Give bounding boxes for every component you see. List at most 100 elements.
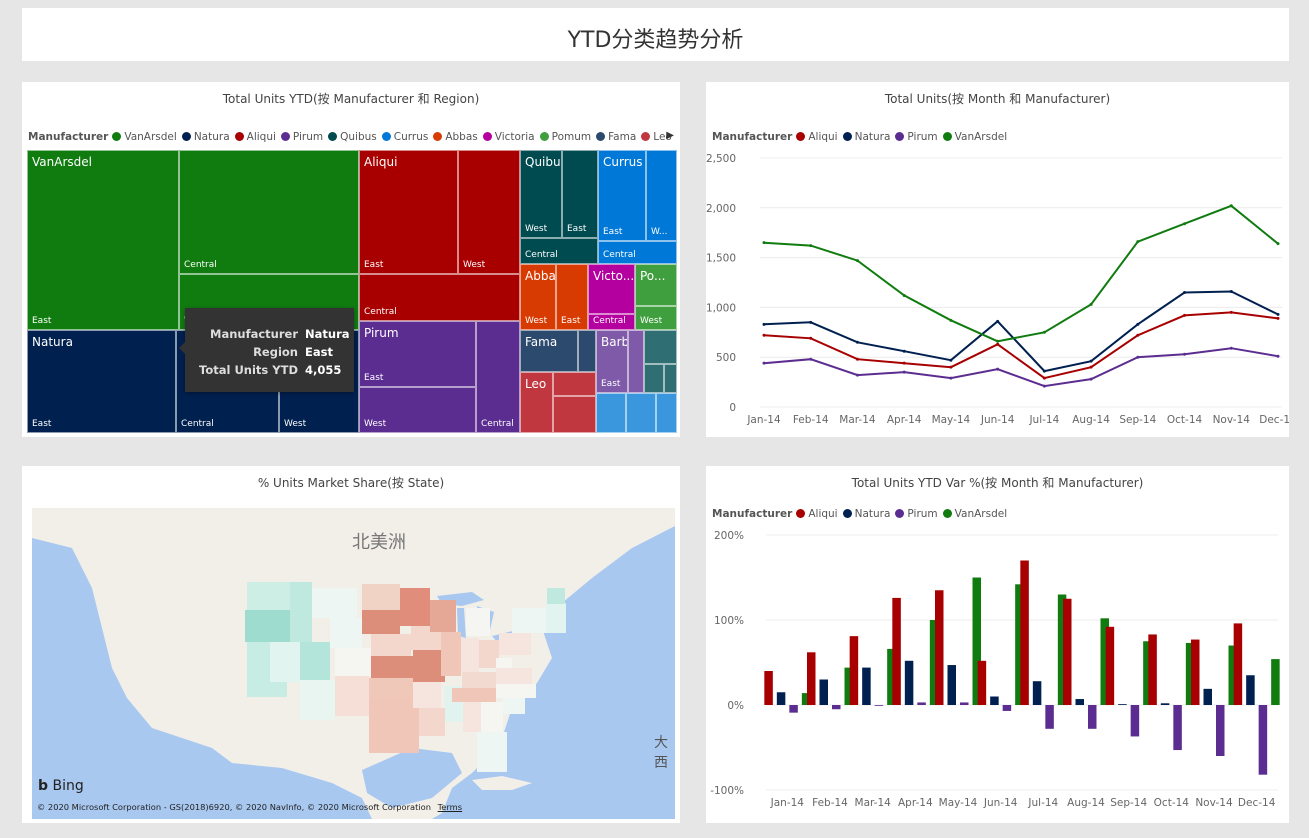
bar-natura xyxy=(1032,681,1042,705)
legend-dot-icon xyxy=(234,132,244,141)
legend-label: Natura xyxy=(193,131,230,143)
treemap-tile-other-2[interactable] xyxy=(644,364,664,393)
line-point-natura xyxy=(1042,369,1046,373)
treemap-tile-other-1[interactable] xyxy=(644,330,677,364)
map-svg[interactable] xyxy=(32,508,675,819)
state-sd xyxy=(362,610,400,634)
treemap-legend-item-currus[interactable]: Currus xyxy=(381,131,428,143)
treemap-tile-leo-2[interactable] xyxy=(553,372,596,396)
treemap-legend-item-quibus[interactable]: Quibus xyxy=(328,131,377,143)
line-x-tick-label: Mar-14 xyxy=(839,414,876,426)
map-terms-link[interactable]: Terms xyxy=(438,802,462,812)
bar-aliqui xyxy=(1105,626,1115,705)
treemap-tile-abbas-west[interactable]: AbbasWest xyxy=(520,264,556,330)
treemap-tile-fama[interactable]: Fama xyxy=(520,330,578,372)
bar-chart-plot[interactable]: -100% 0% 100% 200% Jan-14 Feb-14 Mar-14 Apr-14 M… xyxy=(706,466,1289,823)
treemap-tile-currus-east[interactable]: Currus East xyxy=(598,150,646,241)
treemap-legend-item-fama[interactable]: Fama xyxy=(596,131,636,143)
bar-chart-visual[interactable]: Total Units YTD Var %(按 Month 和 Manufact… xyxy=(706,466,1289,823)
treemap-tile-quibus-east[interactable]: East xyxy=(562,150,598,238)
treemap-tile-leo[interactable]: Leo xyxy=(520,372,553,433)
treemap-tile-aliqui-west[interactable]: West xyxy=(458,150,520,274)
treemap-visual[interactable]: Total Units YTD(按 Manufacturer 和 Region)… xyxy=(22,82,680,437)
treemap-tile-other-5[interactable] xyxy=(626,393,656,433)
line-point-vanarsdel xyxy=(949,318,953,322)
map-canvas[interactable]: 北美洲 大西 b Bing © 2020 Microsoft Corporati… xyxy=(32,508,675,819)
treemap-tile-barba[interactable]: BarbaEast xyxy=(596,330,628,393)
treemap-legend-item-pomum[interactable]: Pomum xyxy=(539,131,592,143)
bar-y-tick-label: -100% xyxy=(710,785,744,797)
treemap-tile-other-6[interactable] xyxy=(656,393,677,433)
line-y-tick-label: 1,500 xyxy=(706,253,736,265)
line-x-tick-label: Jun-14 xyxy=(980,414,1015,426)
line-point-vanarsdel xyxy=(809,244,813,248)
treemap-legend-item-vanarsdel[interactable]: VanArsdel xyxy=(112,131,177,143)
legend-label: Quibus xyxy=(340,131,377,143)
treemap-tile-pirum-east[interactable]: Pirum East xyxy=(359,321,476,387)
bar-natura xyxy=(1075,699,1084,705)
treemap-tile-aliqui-central[interactable]: Central xyxy=(359,274,520,321)
tooltip-value: 4,055 xyxy=(305,363,342,377)
bar-aliqui xyxy=(1020,560,1029,705)
bar-natura xyxy=(947,665,956,705)
line-point-aliqui xyxy=(855,357,859,361)
line-point-vanarsdel xyxy=(1136,240,1140,244)
state-wa xyxy=(247,582,292,610)
treemap-legend-item-aliqui[interactable]: Aliqui xyxy=(234,131,276,143)
treemap-tile-currus-west[interactable]: W... xyxy=(646,150,677,241)
bar-x-tick-label: Aug-14 xyxy=(1067,797,1105,809)
treemap-legend-item-natura[interactable]: Natura xyxy=(181,131,230,143)
treemap-tile-vanarsdel-central[interactable]: Central xyxy=(179,150,359,274)
legend-dot-icon xyxy=(112,132,122,141)
treemap-tile-vanarsdel-east[interactable]: VanArsdel East xyxy=(27,150,179,330)
line-x-tick-label: Apr-14 xyxy=(887,414,922,426)
treemap-tile-natura-east[interactable]: Natura East xyxy=(27,330,176,433)
treemap-tile-pomum-west[interactable]: West xyxy=(635,306,677,330)
line-point-pirum xyxy=(1276,354,1280,358)
line-point-aliqui xyxy=(809,336,813,340)
legend-label: Pomum xyxy=(551,131,592,143)
line-point-pirum xyxy=(1042,384,1046,388)
treemap-tile-leo-3[interactable] xyxy=(553,396,596,433)
line-point-aliqui xyxy=(1136,333,1140,337)
page-title: YTD分类趋势分析 xyxy=(567,28,744,53)
bar-pirum xyxy=(960,702,969,705)
treemap-tile-currus-central[interactable]: Central xyxy=(598,241,677,264)
treemap-tile-other-4[interactable] xyxy=(596,393,626,433)
bar-pirum xyxy=(1045,705,1054,729)
line-y-tick-label: 2,500 xyxy=(706,153,736,165)
bar-x-tick-label: Apr-14 xyxy=(898,797,933,809)
map-visual[interactable]: % Units Market Share(按 State) 北美洲 大西 b B… xyxy=(22,466,680,823)
state-mo xyxy=(413,650,445,682)
treemap-tile-quibus-west[interactable]: QuibusWest xyxy=(520,150,562,238)
bar-y-tick-label: 200% xyxy=(714,530,744,542)
line-point-natura xyxy=(855,340,859,344)
treemap-tile-other-3[interactable] xyxy=(664,364,677,393)
line-series-pirum xyxy=(763,347,1279,388)
line-x-tick-label: Jul-14 xyxy=(1028,414,1059,426)
treemap-tile-fama-2[interactable] xyxy=(578,330,596,372)
treemap-tile-aliqui-east[interactable]: Aliqui East xyxy=(359,150,458,274)
treemap-tile-abbas-east[interactable]: East xyxy=(556,264,588,330)
treemap-legend-item-abbas[interactable]: Abbas xyxy=(433,131,478,143)
treemap-tile-pirum-west[interactable]: West xyxy=(359,387,476,433)
line-chart-visual[interactable]: Total Units(按 Month 和 Manufacturer) Manu… xyxy=(706,82,1289,437)
treemap-tile-pirum-central[interactable]: Central xyxy=(476,321,520,433)
bing-label: Bing xyxy=(52,778,84,794)
line-chart-plot[interactable]: 0 500 1,000 1,500 2,000 2,500 Jan-14 Feb-14 Mar-… xyxy=(706,82,1289,437)
treemap-tile-victoria-central[interactable]: Central xyxy=(588,314,635,330)
bar-pirum xyxy=(789,705,798,713)
line-point-aliqui xyxy=(1276,316,1280,320)
bar-aliqui xyxy=(1063,598,1072,705)
treemap-legend-item-pirum[interactable]: Pirum xyxy=(280,131,323,143)
bar-vanarsdel xyxy=(1271,659,1280,705)
line-x-tick-label: Aug-14 xyxy=(1072,414,1110,426)
treemap-tile-pomum[interactable]: Po... xyxy=(635,264,677,306)
legend-scroll-right-icon[interactable]: ▶ xyxy=(666,130,674,141)
treemap-tile-barba-2[interactable] xyxy=(628,330,644,393)
treemap-tile-victoria[interactable]: Victo... xyxy=(588,264,635,314)
treemap-legend-item-victoria[interactable]: Victoria xyxy=(482,131,535,143)
treemap-tile-quibus-central[interactable]: Central xyxy=(520,238,598,264)
state-tn xyxy=(452,688,496,702)
legend-dot-icon xyxy=(328,132,338,141)
